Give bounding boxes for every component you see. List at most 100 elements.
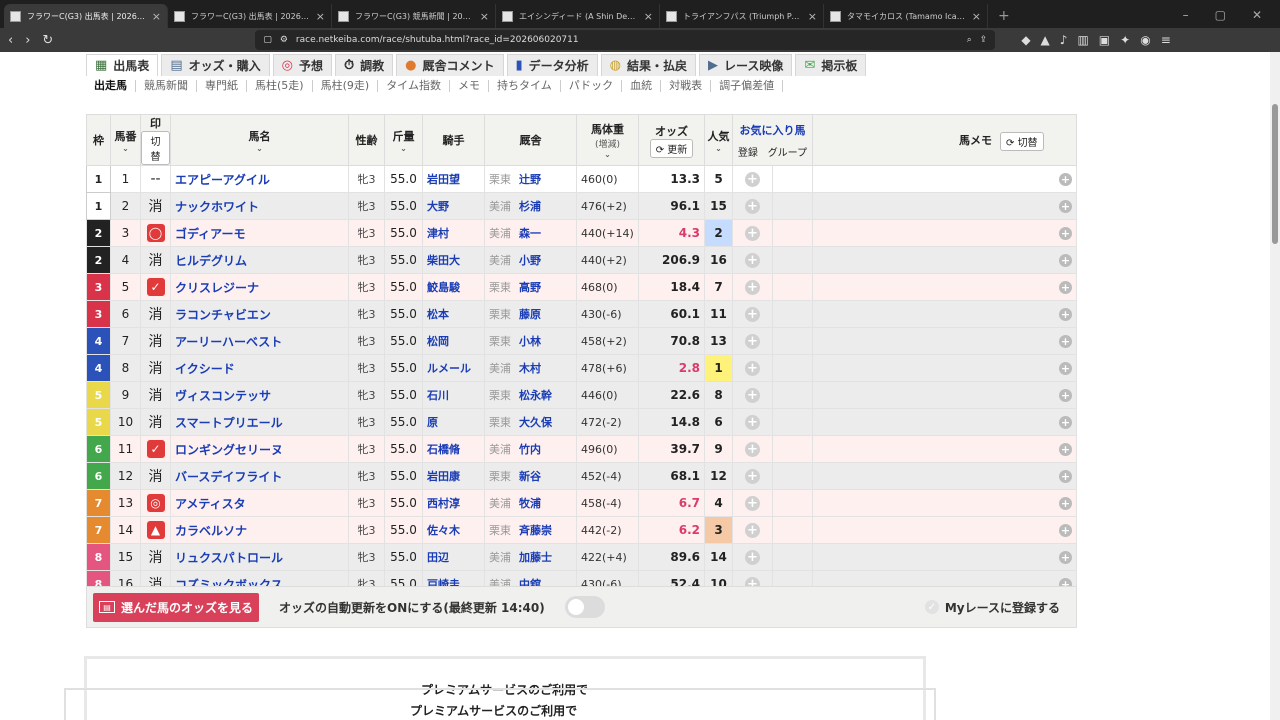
add-memo-icon[interactable]: + — [1059, 443, 1072, 456]
maximize-icon[interactable]: ▢ — [1215, 8, 1226, 22]
triangle-icon[interactable]: ▲ — [1041, 33, 1050, 47]
menu-icon[interactable]: ≡ — [1161, 33, 1171, 47]
add-memo-icon[interactable]: + — [1059, 362, 1072, 375]
media-icon[interactable]: ♪ — [1060, 33, 1068, 47]
trainer-link[interactable]: 小林 — [519, 335, 541, 348]
mark-icon[interactable]: ✓ — [146, 440, 165, 458]
add-memo-icon[interactable]: + — [1059, 497, 1072, 510]
jockey-link[interactable]: 西村淳 — [422, 489, 485, 517]
browser-tab[interactable]: タマモイカロス (Tamamo Icarus) | 競走馬 × — [824, 4, 988, 28]
fav-register-cell[interactable]: + — [732, 435, 773, 463]
close-icon[interactable]: × — [316, 10, 325, 23]
trainer-link[interactable]: 松永幹 — [519, 389, 552, 402]
close-icon[interactable]: × — [644, 10, 653, 23]
add-favorite-icon[interactable]: + — [745, 468, 760, 484]
nav-item[interactable]: ▦ 出馬表 — [86, 54, 159, 76]
nav-item[interactable]: ● 厩舎コメント — [396, 54, 504, 76]
sub-nav-item[interactable]: 馬柱(5走) — [247, 80, 313, 92]
mark-icon[interactable]: -- — [150, 171, 160, 187]
trainer-cell[interactable]: 栗東 藤原 — [484, 300, 577, 328]
sidebar-icon[interactable]: ▥ — [1077, 33, 1088, 47]
trainer-cell[interactable]: 美浦 森一 — [484, 219, 577, 247]
memo-cell[interactable]: + — [812, 246, 1077, 274]
trainer-link[interactable]: 森一 — [519, 227, 541, 240]
trainer-link[interactable]: 牧浦 — [519, 497, 541, 510]
view-selected-odds-button[interactable]: ▤ 選んだ馬のオッズを見る — [93, 592, 260, 622]
add-memo-icon[interactable]: + — [1059, 173, 1072, 186]
add-favorite-icon[interactable]: + — [745, 171, 760, 187]
trainer-cell[interactable]: 栗東 松永幹 — [484, 381, 577, 409]
memo-cell[interactable]: + — [812, 354, 1077, 382]
trainer-cell[interactable]: 美浦 牧浦 — [484, 489, 577, 517]
site-info-icon[interactable]: ⚙ — [280, 35, 288, 45]
mark-cell[interactable]: 消 — [140, 381, 171, 409]
mark-cell[interactable]: 消 — [140, 408, 171, 436]
jockey-link[interactable]: 佐々木 — [422, 516, 485, 544]
browser-tab[interactable]: エイシンディード (A Shin Deed) | 競走馬 × — [496, 4, 660, 28]
mark-cell[interactable]: 消 — [140, 543, 171, 571]
nav-item[interactable]: ◍ 結果・払戻 — [600, 54, 697, 76]
fav-register-cell[interactable]: + — [732, 246, 773, 274]
horse-name-link[interactable]: イクシード — [170, 354, 349, 382]
horse-name-link[interactable]: カラベルソナ — [170, 516, 349, 544]
myrace-register[interactable]: ✓ Myレースに登録する — [924, 599, 1060, 616]
trainer-cell[interactable]: 栗東 辻野 — [484, 165, 577, 193]
add-favorite-icon[interactable]: + — [745, 549, 760, 565]
add-memo-icon[interactable]: + — [1059, 254, 1072, 267]
sub-nav-item[interactable]: 出走馬 — [86, 80, 136, 92]
mark-cell[interactable]: 消 — [140, 354, 171, 382]
mark-icon[interactable]: ◯ — [146, 224, 165, 242]
horse-name-link[interactable]: スマートプリエール — [170, 408, 349, 436]
jockey-link[interactable]: 津村 — [422, 219, 485, 247]
mark-cell[interactable]: 消 — [140, 246, 171, 274]
add-memo-icon[interactable]: + — [1059, 389, 1072, 402]
sub-nav-item[interactable]: 調子偏差値 — [711, 80, 784, 92]
add-favorite-icon[interactable]: + — [745, 441, 760, 457]
mark-icon[interactable]: ▲ — [146, 521, 165, 539]
sub-nav-item[interactable]: 専門紙 — [197, 80, 247, 92]
trainer-link[interactable]: 小野 — [519, 254, 541, 267]
mark-icon[interactable]: 消 — [149, 388, 163, 404]
jockey-link[interactable]: 岩田望 — [422, 165, 485, 193]
close-icon[interactable]: × — [480, 10, 489, 23]
memo-cell[interactable]: + — [812, 516, 1077, 544]
fav-register-cell[interactable]: + — [732, 408, 773, 436]
nav-item[interactable]: ⏱ 調教 — [334, 54, 394, 76]
mark-cell[interactable]: ▲ — [140, 516, 171, 544]
close-icon[interactable]: × — [972, 10, 981, 23]
mark-icon[interactable]: 消 — [149, 199, 163, 215]
sub-nav-item[interactable]: 馬柱(9走) — [313, 80, 379, 92]
add-favorite-icon[interactable]: + — [745, 225, 760, 241]
trainer-link[interactable]: 辻野 — [519, 173, 541, 186]
fav-register-cell[interactable]: + — [732, 516, 773, 544]
mark-icon[interactable]: 消 — [149, 307, 163, 323]
memo-cell[interactable]: + — [812, 408, 1077, 436]
nav-item[interactable]: ▶ レース映像 — [699, 54, 793, 76]
odds-refresh-button[interactable]: ⟳ 更新 — [649, 138, 694, 158]
mark-cell[interactable]: -- — [140, 165, 171, 193]
fav-register-cell[interactable]: + — [732, 192, 773, 220]
add-favorite-icon[interactable]: + — [745, 360, 760, 376]
header-name[interactable]: 馬名 ⌄ — [170, 114, 349, 166]
mark-icon[interactable]: 消 — [149, 550, 163, 566]
browser-tab[interactable]: フラワーC(G3) 出馬表 | 2026年3月21日 × — [168, 4, 332, 28]
add-favorite-icon[interactable]: + — [745, 414, 760, 430]
jockey-link[interactable]: 鮫島駿 — [422, 273, 485, 301]
memo-toggle-button[interactable]: ⟳ 切替 — [1000, 132, 1044, 151]
trainer-cell[interactable]: 美浦 小野 — [484, 246, 577, 274]
horse-name-link[interactable]: クリスレジーナ — [170, 273, 349, 301]
sub-nav-item[interactable]: パドック — [561, 80, 623, 92]
add-favorite-icon[interactable]: + — [745, 495, 760, 511]
jockey-link[interactable]: 松本 — [422, 300, 485, 328]
add-favorite-icon[interactable]: + — [745, 306, 760, 322]
memo-cell[interactable]: + — [812, 165, 1077, 193]
jockey-link[interactable]: 柴田大 — [422, 246, 485, 274]
trainer-cell[interactable]: 栗東 斉藤崇 — [484, 516, 577, 544]
memo-cell[interactable]: + — [812, 435, 1077, 463]
fav-register-cell[interactable]: + — [732, 489, 773, 517]
fav-register-cell[interactable]: + — [732, 165, 773, 193]
trainer-link[interactable]: 藤原 — [519, 308, 541, 321]
trainer-link[interactable]: 斉藤崇 — [519, 524, 552, 537]
add-favorite-icon[interactable]: + — [745, 198, 760, 214]
window-close-icon[interactable]: ✕ — [1252, 8, 1262, 22]
